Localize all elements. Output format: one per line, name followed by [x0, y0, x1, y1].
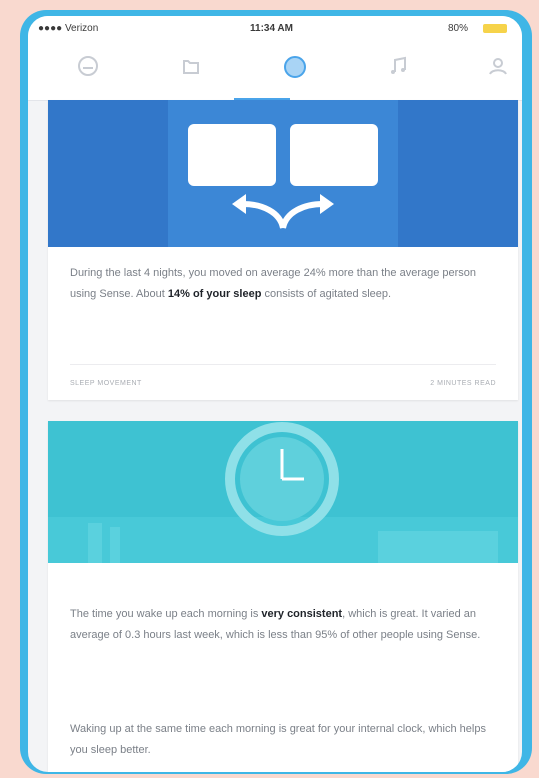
card-category-label: SLEEP MOVEMENT	[70, 380, 142, 387]
tab-trends[interactable]	[171, 54, 211, 90]
card-divider	[70, 364, 496, 365]
wake-consistency-text: The time you wake up each morning is ver…	[70, 604, 500, 646]
status-time: 11:34 AM	[250, 23, 293, 34]
pillows-illustration	[168, 100, 398, 247]
chart-icon	[183, 60, 199, 74]
movement-percent: 14%	[167, 288, 190, 300]
app-screen: ●●●● Verizon 11:34 AM 80% During the las…	[28, 16, 522, 772]
tab-insights[interactable]	[275, 54, 315, 90]
wake-text-part: The time you wake up each morning is	[70, 608, 262, 620]
clock-icon	[48, 422, 518, 563]
movement-highlight: of your sleep	[192, 288, 262, 300]
wake-tip-text: Waking up at the same time each morning …	[70, 723, 486, 756]
movement-insight-text: During the last 4 nights, you moved on a…	[70, 263, 500, 305]
movement-text-end: consists of agitated sleep.	[261, 288, 392, 300]
tab-profile[interactable]	[478, 54, 518, 90]
read-more-link[interactable]: 2 MINUTES READ	[430, 380, 496, 387]
top-tab-bar	[28, 42, 522, 101]
battery-label: 80%	[448, 23, 469, 34]
music-note-icon	[391, 56, 406, 74]
insight-card-movement[interactable]: During the last 4 nights, you moved on a…	[48, 100, 518, 400]
wake-highlight: very consistent	[261, 608, 343, 620]
insight-card-wake-time[interactable]: The time you wake up each morning is ver…	[48, 421, 518, 772]
phone-frame: ●●●● Verizon 11:34 AM 80% During the las…	[20, 10, 532, 774]
tab-timeline[interactable]	[68, 54, 108, 90]
insights-icon	[284, 56, 306, 78]
clock-illustration	[48, 421, 518, 563]
battery-icon	[483, 24, 507, 33]
sleep-face-icon	[78, 56, 98, 76]
tab-sounds[interactable]	[378, 54, 418, 90]
profile-icon	[489, 58, 507, 75]
carrier-label: ●●●● Verizon	[38, 23, 99, 34]
status-bar: ●●●● Verizon 11:34 AM 80%	[28, 16, 522, 42]
movement-illustration	[48, 100, 518, 247]
